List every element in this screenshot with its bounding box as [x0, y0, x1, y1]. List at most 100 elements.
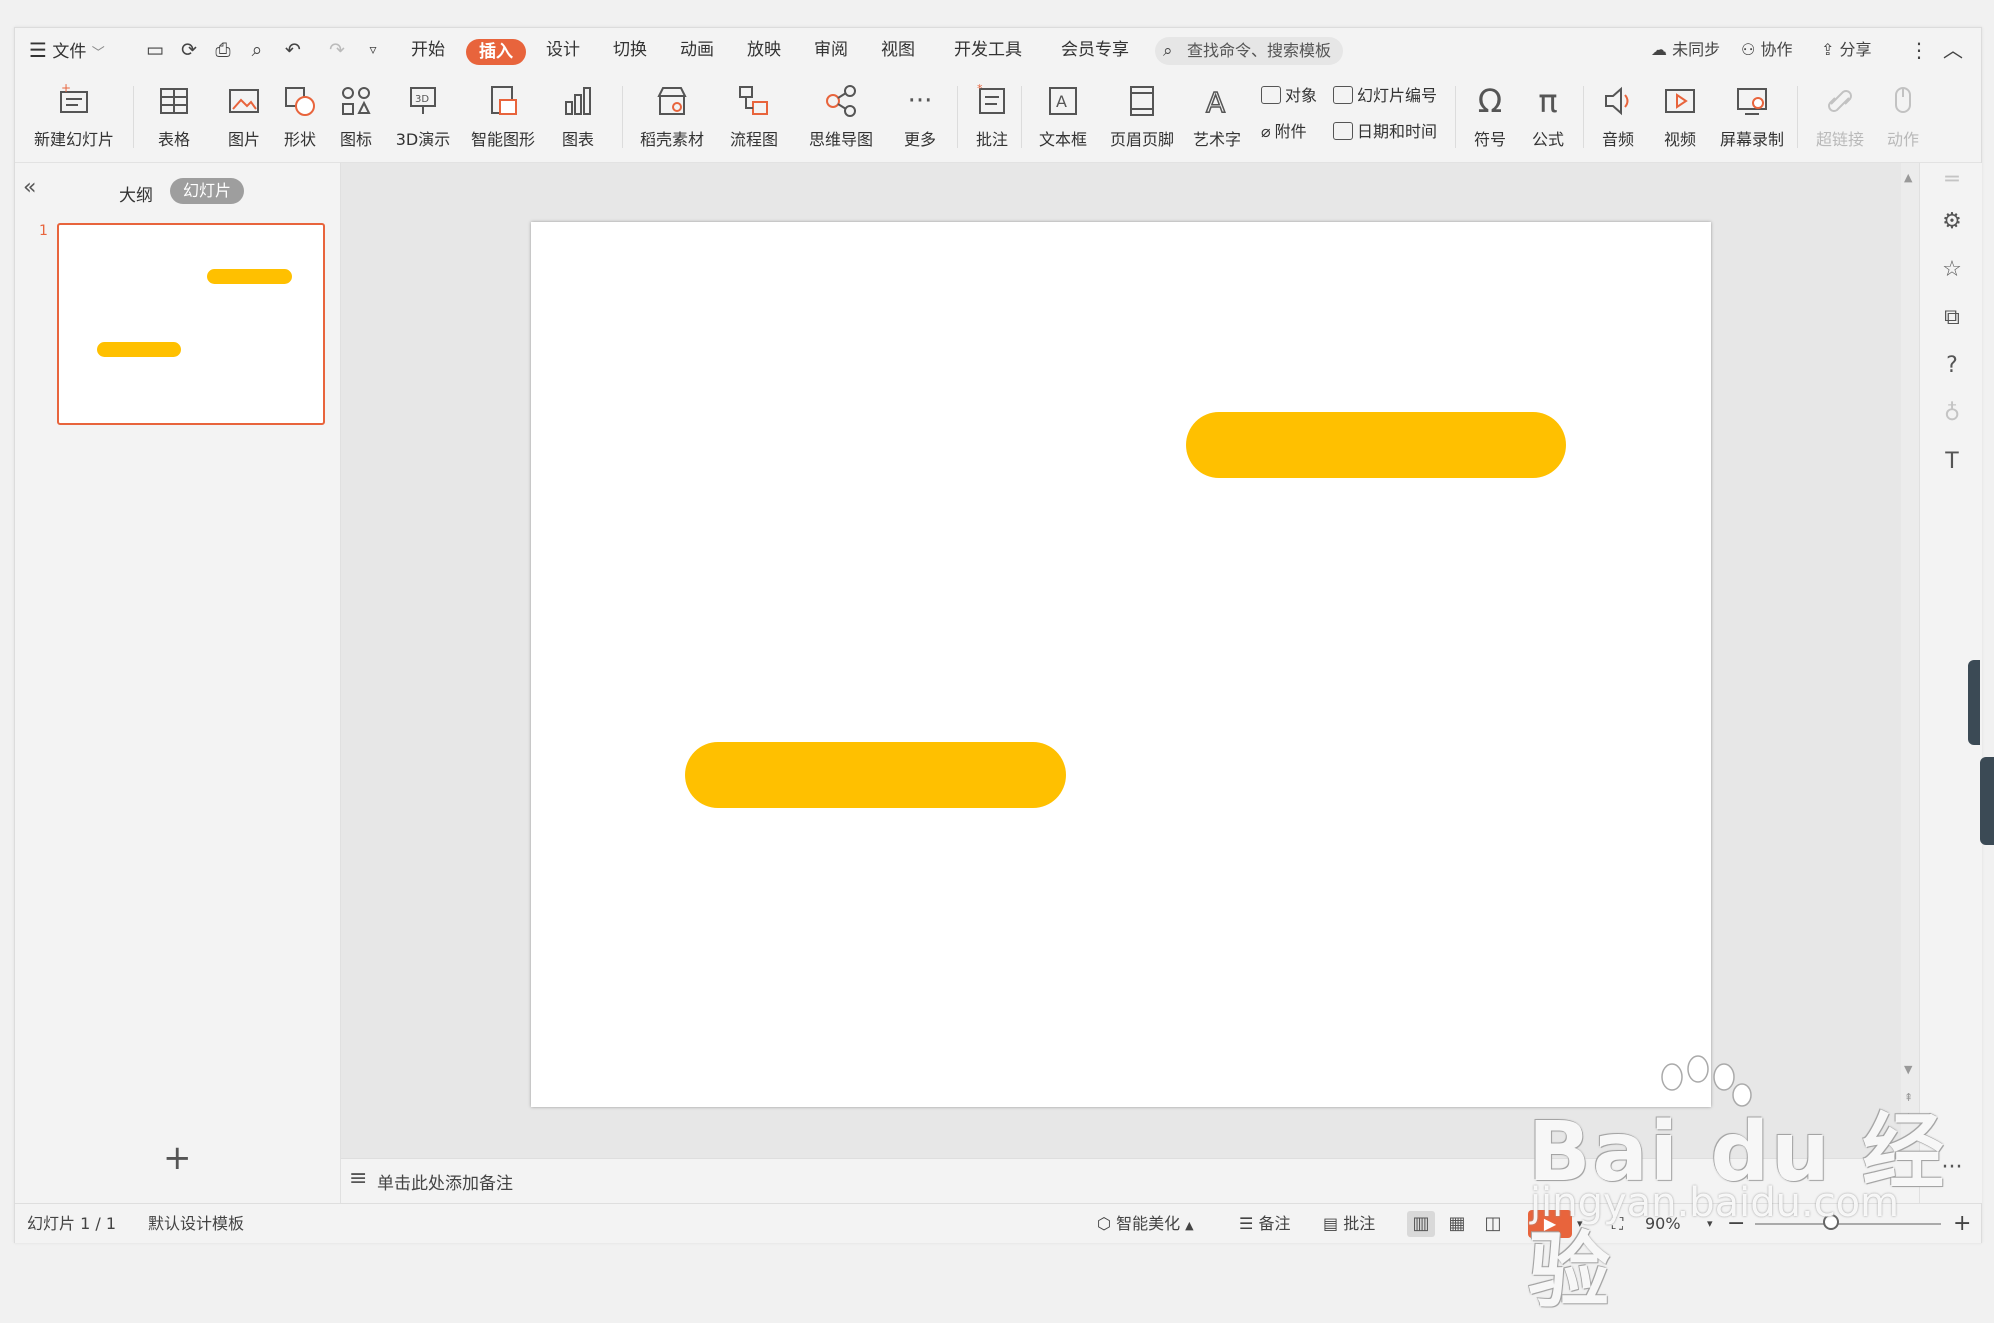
swap-icon[interactable]: ⧉	[1939, 305, 1965, 331]
docer-icon	[653, 82, 691, 120]
normal-view-icon[interactable]: ▥	[1407, 1211, 1435, 1237]
screen-record-button[interactable]: 屏幕录制	[1715, 74, 1789, 160]
tab-review[interactable]: 审阅	[814, 28, 848, 72]
bar-chart-icon	[559, 82, 597, 120]
tab-transitions[interactable]: 切换	[613, 28, 647, 72]
icon-button[interactable]: 图标	[331, 74, 381, 160]
video-icon	[1661, 82, 1699, 120]
wordart-icon: A	[1198, 82, 1236, 120]
menu-bar: ☰ 文件 ﹀ ▭ ⟳ ⎙ ⌕ ↶ ↷ ▿ 开始 插入 设计 切换 动画 放映 审…	[15, 28, 1981, 72]
vertical-scrollbar[interactable]: ▲ ▼ ⇞ ⇟	[1901, 163, 1919, 1158]
undo-icon[interactable]: ↶	[281, 38, 305, 62]
lightbulb-icon[interactable]: ♁	[1939, 401, 1965, 427]
command-search[interactable]: ⌕ 查找命令、搜索模板	[1155, 37, 1343, 65]
tab-member[interactable]: 会员专享	[1061, 28, 1129, 72]
ribbon-insert: + 新建幻灯片 表格 图片 形状 图标 3D 3D演示 智能图形 图表 稻壳素材…	[15, 72, 1981, 163]
table-button[interactable]: 表格	[149, 74, 199, 160]
comment-icon: *	[973, 82, 1011, 120]
rounded-rect-shape-bottom[interactable]	[685, 742, 1066, 808]
tab-slides[interactable]: 幻灯片	[170, 178, 245, 204]
beautify-button[interactable]: ⬡ 智能美化 ▲	[1097, 1204, 1194, 1243]
share-icon: ⇪	[1821, 40, 1835, 59]
tab-view[interactable]: 视图	[881, 28, 915, 72]
svg-text:*: *	[977, 82, 983, 95]
new-slide-button[interactable]: + 新建幻灯片	[27, 74, 121, 160]
attachment-button[interactable]: ⌀ 附件	[1261, 118, 1307, 146]
scroll-down-icon[interactable]: ▼	[1904, 1063, 1912, 1076]
ribbon-separator	[622, 86, 623, 148]
edge-handle[interactable]	[1968, 660, 1980, 745]
tab-slideshow[interactable]: 放映	[747, 28, 781, 72]
comments-toggle[interactable]: ▤ 批注	[1323, 1204, 1375, 1243]
screen-record-icon	[1733, 82, 1771, 120]
comment-button[interactable]: * 批注	[969, 74, 1015, 160]
ribbon-separator	[1583, 86, 1584, 148]
3d-icon: 3D	[404, 82, 442, 120]
datetime-button[interactable]: 日期和时间	[1333, 118, 1437, 146]
tab-animations[interactable]: 动画	[680, 28, 714, 72]
pi-icon: π	[1538, 82, 1558, 120]
customize-dropdown-icon[interactable]: ▿	[361, 38, 385, 62]
chart-button[interactable]: 图表	[553, 74, 603, 160]
scroll-up-icon[interactable]: ▲	[1904, 171, 1912, 184]
symbol-button[interactable]: Ω 符号	[1465, 74, 1515, 160]
text-icon[interactable]: T	[1939, 449, 1965, 475]
object-button[interactable]: 对象	[1261, 82, 1317, 110]
collapse-ribbon-icon[interactable]: ︿	[1943, 28, 1963, 72]
more-vertical-icon[interactable]: ⋮	[1909, 28, 1929, 72]
tab-insert[interactable]: 插入	[466, 39, 526, 65]
hyperlink-button[interactable]: 超链接	[1807, 74, 1873, 160]
template-name[interactable]: 默认设计模板	[148, 1204, 244, 1243]
shape-button[interactable]: 形状	[275, 74, 325, 160]
formula-button[interactable]: π 公式	[1523, 74, 1573, 160]
star-icon[interactable]: ☆	[1939, 257, 1965, 283]
notes-toggle[interactable]: ☰ 备注	[1239, 1204, 1290, 1243]
audio-button[interactable]: 音频	[1593, 74, 1643, 160]
calendar-icon	[1333, 122, 1353, 140]
drag-handle-icon: ═	[1945, 167, 1959, 192]
file-menu[interactable]: ☰ 文件 ﹀	[29, 28, 105, 72]
slide-number-button[interactable]: 幻灯片编号	[1333, 82, 1437, 110]
action-button[interactable]: 动作	[1879, 74, 1927, 160]
settings-sliders-icon[interactable]: ⚙	[1939, 209, 1965, 235]
sorter-view-icon[interactable]: ▦	[1443, 1211, 1471, 1237]
print-preview-icon[interactable]: ⌕	[245, 38, 269, 62]
video-button[interactable]: 视频	[1655, 74, 1705, 160]
plus-icon[interactable]: +	[163, 1141, 192, 1175]
sync-status[interactable]: ☁ 未同步	[1651, 28, 1720, 72]
watermark-url: jingyan.baidu.com	[1530, 1180, 1900, 1226]
share-button[interactable]: ⇪ 分享	[1821, 28, 1872, 72]
redo-icon[interactable]: ↷	[325, 38, 349, 62]
more-button[interactable]: ··· 更多	[895, 74, 945, 160]
reading-view-icon[interactable]: ◫	[1479, 1211, 1507, 1237]
save-icon[interactable]: ▭	[143, 38, 167, 62]
help-icon[interactable]: ?	[1939, 353, 1965, 379]
rounded-rect-shape-top[interactable]	[1186, 412, 1566, 478]
docer-button[interactable]: 稻壳素材	[635, 74, 709, 160]
smartart-button[interactable]: 智能图形	[463, 74, 543, 160]
cube-icon: ⬡	[1097, 1214, 1111, 1233]
flowchart-button[interactable]: 流程图	[719, 74, 789, 160]
tab-developer[interactable]: 开发工具	[954, 28, 1022, 72]
tab-design[interactable]: 设计	[546, 28, 580, 72]
header-footer-button[interactable]: 页眉页脚	[1105, 74, 1179, 160]
picture-button[interactable]: 图片	[219, 74, 269, 160]
mindmap-button[interactable]: 思维导图	[799, 74, 883, 160]
slide-thumbnail[interactable]	[57, 223, 325, 425]
collab-button[interactable]: ⚇ 协作	[1741, 28, 1792, 72]
format-painter-icon[interactable]: ⟳	[177, 38, 201, 62]
tab-outline[interactable]: 大纲	[119, 181, 153, 206]
search-icon: ⌕	[1163, 41, 1173, 61]
collapse-panel-icon[interactable]: «	[23, 175, 36, 200]
icons-icon	[337, 82, 375, 120]
slide-canvas[interactable]	[531, 222, 1711, 1107]
textbox-button[interactable]: A 文本框	[1031, 74, 1095, 160]
tab-home[interactable]: 开始	[411, 28, 445, 72]
notes-icon: ≡	[349, 1166, 368, 1191]
print-icon[interactable]: ⎙	[211, 38, 235, 62]
edge-handle-secondary[interactable]	[1980, 757, 1994, 845]
omega-icon: Ω	[1477, 82, 1503, 120]
3d-demo-button[interactable]: 3D 3D演示	[391, 74, 455, 160]
wordart-button[interactable]: A 艺术字	[1185, 74, 1249, 160]
textbox-icon: A	[1044, 82, 1082, 120]
